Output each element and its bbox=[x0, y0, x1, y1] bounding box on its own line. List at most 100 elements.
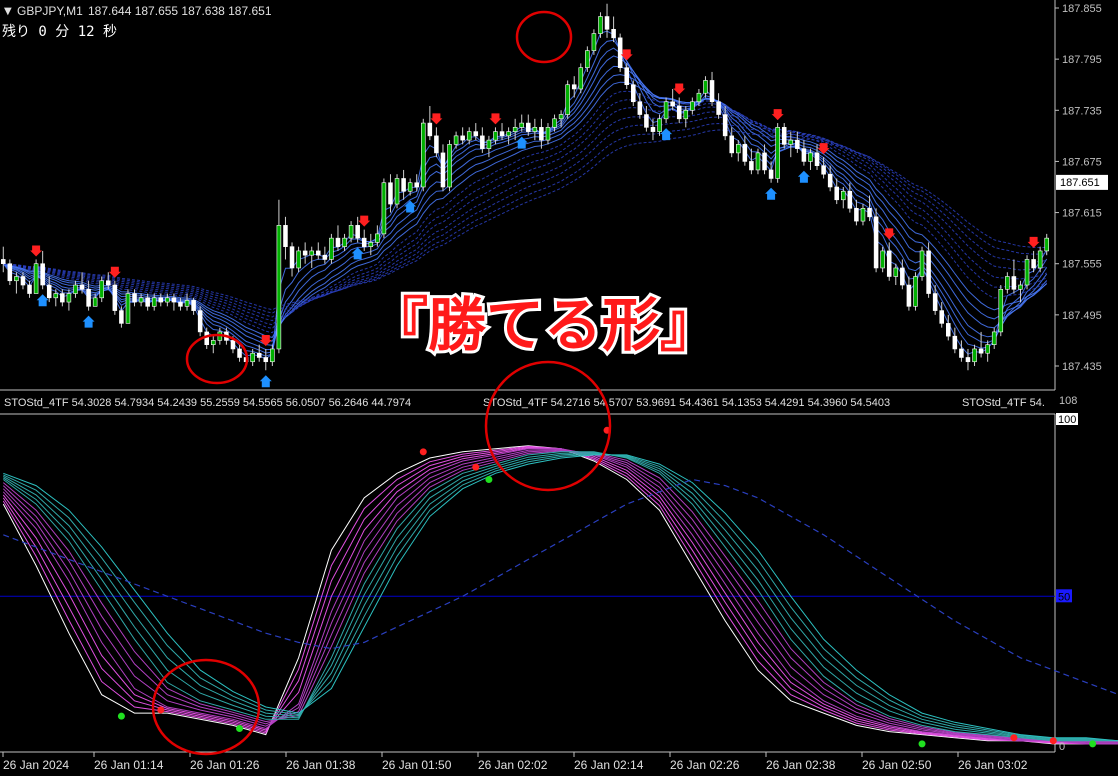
candle-body bbox=[171, 297, 177, 303]
candle-body bbox=[27, 284, 32, 294]
time-tick-label: 26 Jan 01:14 bbox=[94, 758, 164, 772]
candle-body bbox=[421, 122, 426, 188]
trading-chart-canvas[interactable]: 187.855 187.795 187.735 187.675 187.615 187.5… bbox=[0, 0, 1118, 776]
candle-body bbox=[768, 169, 774, 179]
candle-body bbox=[729, 135, 734, 154]
candle-body bbox=[722, 114, 728, 137]
candle-body bbox=[827, 173, 833, 188]
candle-body bbox=[250, 352, 255, 363]
candle-body bbox=[33, 263, 39, 294]
red-dot bbox=[419, 448, 427, 456]
candle-body bbox=[256, 352, 262, 358]
candle-body bbox=[821, 165, 826, 175]
candle-body bbox=[440, 152, 446, 188]
candle-body bbox=[92, 297, 98, 307]
candle-body bbox=[165, 297, 170, 303]
candle-body bbox=[375, 233, 380, 243]
candle-body bbox=[1018, 284, 1023, 290]
candle-body bbox=[716, 101, 721, 115]
candle-body bbox=[611, 29, 616, 39]
candle-body bbox=[690, 101, 695, 111]
candle-body bbox=[434, 135, 439, 154]
candle-body bbox=[184, 300, 190, 307]
candle-body bbox=[959, 348, 964, 358]
candle-body bbox=[7, 263, 13, 282]
candle-body bbox=[788, 139, 794, 145]
price-tick-label: 187.615 bbox=[1062, 208, 1102, 220]
candle-body bbox=[512, 127, 518, 132]
candle-body bbox=[342, 237, 347, 247]
candle-body bbox=[978, 348, 984, 354]
candle-body bbox=[526, 122, 531, 132]
candle-body bbox=[854, 208, 859, 222]
candle-body bbox=[644, 114, 649, 128]
time-tick-label: 26 Jan 01:26 bbox=[190, 758, 260, 772]
indicator-values-2: STOStd_4TF 54.2716 54.5707 53.9691 54.43… bbox=[483, 397, 890, 409]
candle-body bbox=[801, 148, 807, 162]
candle-body bbox=[1031, 259, 1036, 269]
candle-body bbox=[539, 127, 544, 141]
indicator-axis-0: 0 bbox=[1059, 741, 1065, 753]
candle-body bbox=[998, 288, 1004, 333]
price-tick-label: 187.495 bbox=[1062, 310, 1102, 322]
candle-body bbox=[749, 161, 754, 171]
candle-body bbox=[946, 323, 951, 337]
candle-body bbox=[519, 122, 524, 128]
candle-body bbox=[73, 284, 78, 294]
time-tick-label: 26 Jan 02:02 bbox=[478, 758, 548, 772]
candle-body bbox=[388, 182, 393, 205]
ohlc-readout: 187.644 187.655 187.638 187.651 bbox=[88, 4, 272, 18]
candle-body bbox=[650, 127, 656, 132]
candle-body bbox=[178, 301, 183, 307]
candle-body bbox=[486, 139, 492, 149]
candle-body bbox=[736, 144, 741, 154]
candle-body bbox=[368, 242, 374, 247]
candle-body bbox=[460, 135, 465, 141]
candle-body bbox=[270, 348, 275, 363]
candle-body bbox=[106, 280, 111, 286]
candle-body bbox=[762, 152, 767, 171]
candle-body bbox=[657, 118, 662, 132]
candle-body bbox=[361, 237, 367, 247]
indicator-axis-100: 100 bbox=[1058, 414, 1076, 426]
time-tick-label: 26 Jan 02:26 bbox=[670, 758, 740, 772]
candle-body bbox=[932, 293, 938, 311]
candle-body bbox=[847, 190, 853, 209]
candle-body bbox=[926, 250, 931, 294]
candle-body bbox=[591, 33, 597, 51]
candle-body bbox=[709, 80, 715, 103]
indicator-axis-max: 108 bbox=[1059, 395, 1077, 407]
candle-body bbox=[624, 67, 629, 86]
candle-body bbox=[808, 152, 813, 162]
time-tick-label: 26 Jan 02:50 bbox=[862, 758, 932, 772]
candle-body bbox=[834, 186, 839, 201]
candle-body bbox=[230, 340, 236, 350]
candle-body bbox=[952, 335, 958, 350]
candle-body bbox=[158, 297, 164, 303]
dropdown-triangle-icon[interactable]: ▼ bbox=[4, 6, 12, 17]
candle-body bbox=[40, 263, 45, 286]
candle-body bbox=[348, 225, 354, 239]
candle-body bbox=[532, 127, 538, 132]
candle-body bbox=[867, 208, 872, 218]
candle-body bbox=[302, 250, 308, 256]
candle-body bbox=[46, 284, 52, 299]
green-dot bbox=[1089, 740, 1097, 748]
red-dot bbox=[1049, 737, 1057, 745]
candle-body bbox=[112, 284, 118, 311]
candle-body bbox=[276, 225, 282, 350]
candle-body bbox=[447, 144, 452, 188]
candle-body bbox=[1044, 237, 1049, 252]
candle-body bbox=[906, 284, 912, 307]
candle-body bbox=[676, 105, 682, 120]
red-dot bbox=[472, 463, 480, 471]
indicator-axis-50: 50 bbox=[1058, 591, 1070, 603]
price-tick-label: 187.795 bbox=[1062, 54, 1102, 66]
price-tick-label: 187.435 bbox=[1062, 361, 1102, 373]
time-tick-label: 26 Jan 2024 bbox=[3, 758, 69, 772]
candle-body bbox=[407, 182, 413, 192]
candle-body bbox=[604, 16, 610, 30]
candle-body bbox=[972, 348, 977, 363]
candle-body bbox=[401, 178, 406, 192]
candle-body bbox=[322, 254, 328, 260]
